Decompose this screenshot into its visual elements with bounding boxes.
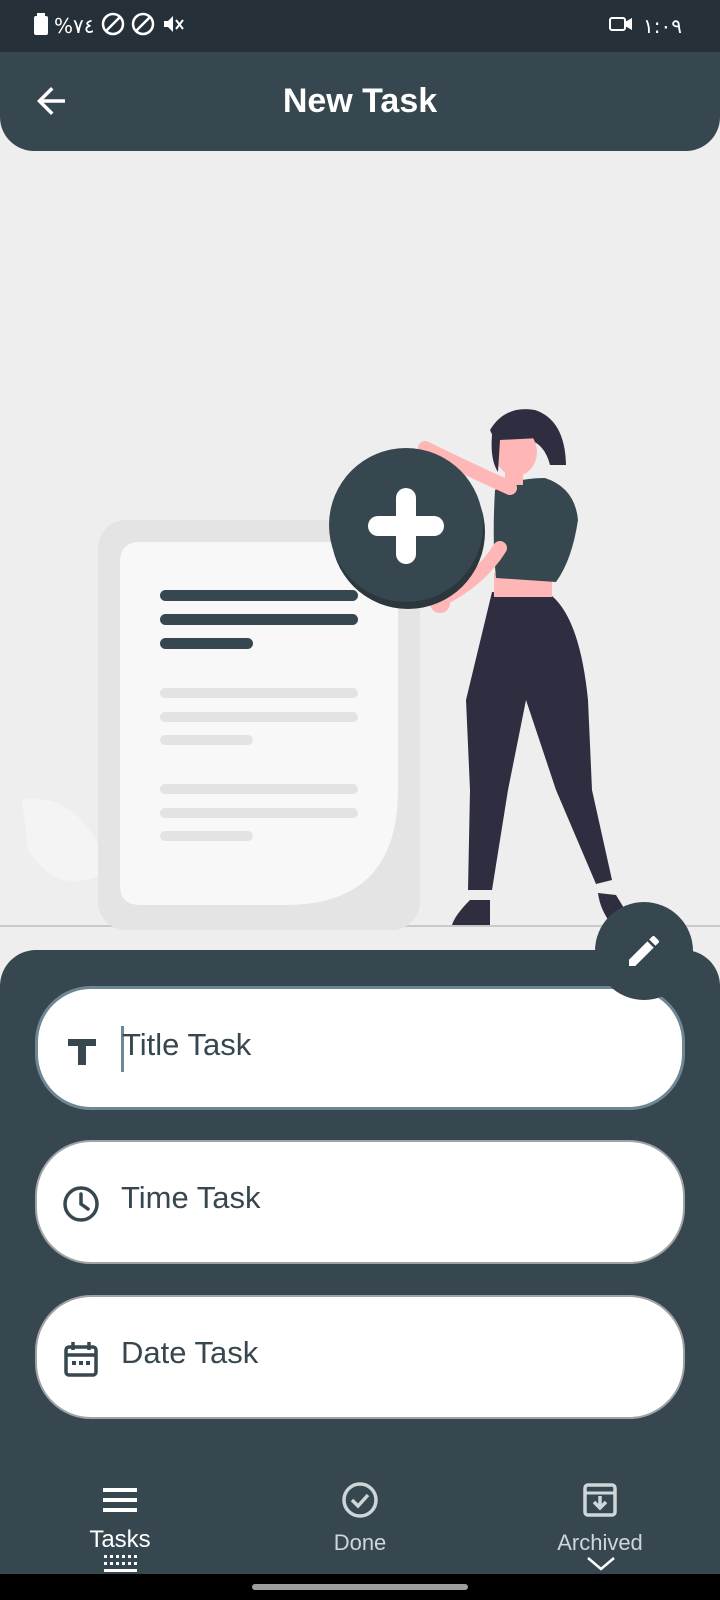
title-task-placeholder: Title Task: [122, 1027, 252, 1062]
nav-item-tasks[interactable]: Tasks: [30, 1470, 210, 1574]
new-task-illustration: [0, 409, 720, 930]
clock-time: ١:٠٩: [643, 14, 682, 38]
status-left: %٧٤: [34, 12, 185, 40]
new-task-sheet: Title Task Time Task Date Task: [0, 950, 720, 1470]
archive-icon: [583, 1483, 617, 1517]
time-task-field[interactable]: Time Task: [35, 1140, 685, 1264]
battery-icon: [34, 12, 48, 40]
nav-item-archived[interactable]: Archived: [510, 1470, 690, 1574]
text-title-icon: [68, 1039, 96, 1065]
menu-icon: [103, 1488, 137, 1512]
status-right: ١:٠٩: [609, 12, 682, 40]
nav-item-done[interactable]: Done: [270, 1470, 450, 1574]
chevron-down-icon: [587, 1557, 615, 1571]
mute-icon: [161, 12, 185, 41]
edit-fab-button[interactable]: [595, 902, 693, 1000]
date-task-placeholder: Date Task: [121, 1335, 259, 1370]
video-call-icon: [609, 14, 633, 39]
pencil-icon: [629, 935, 660, 966]
nav-label-done: Done: [333, 1530, 387, 1555]
do-not-disturb-icon: [101, 12, 125, 41]
nav-label-archived: Archived: [557, 1530, 643, 1555]
page-title: New Task: [282, 82, 438, 120]
bottom-navigation: Tasks Done Archived: [0, 1470, 720, 1574]
status-bar: %٧٤ ١:٠٩: [0, 0, 720, 52]
title-task-field[interactable]: Title Task: [35, 986, 685, 1110]
home-gesture-handle[interactable]: [252, 1584, 468, 1590]
clock-icon: [63, 1186, 99, 1222]
blocked-icon: [131, 12, 155, 41]
app-bar: New Task: [0, 52, 720, 151]
time-task-placeholder: Time Task: [121, 1180, 261, 1215]
calendar-icon: [64, 1342, 98, 1377]
system-navigation-bar: [0, 1574, 720, 1600]
battery-text: %٧٤: [54, 14, 95, 38]
check-circle-icon: [342, 1482, 378, 1518]
nav-label-tasks: Tasks: [89, 1526, 151, 1553]
date-task-field[interactable]: Date Task: [35, 1295, 685, 1419]
keyboard-icon: [104, 1555, 137, 1572]
